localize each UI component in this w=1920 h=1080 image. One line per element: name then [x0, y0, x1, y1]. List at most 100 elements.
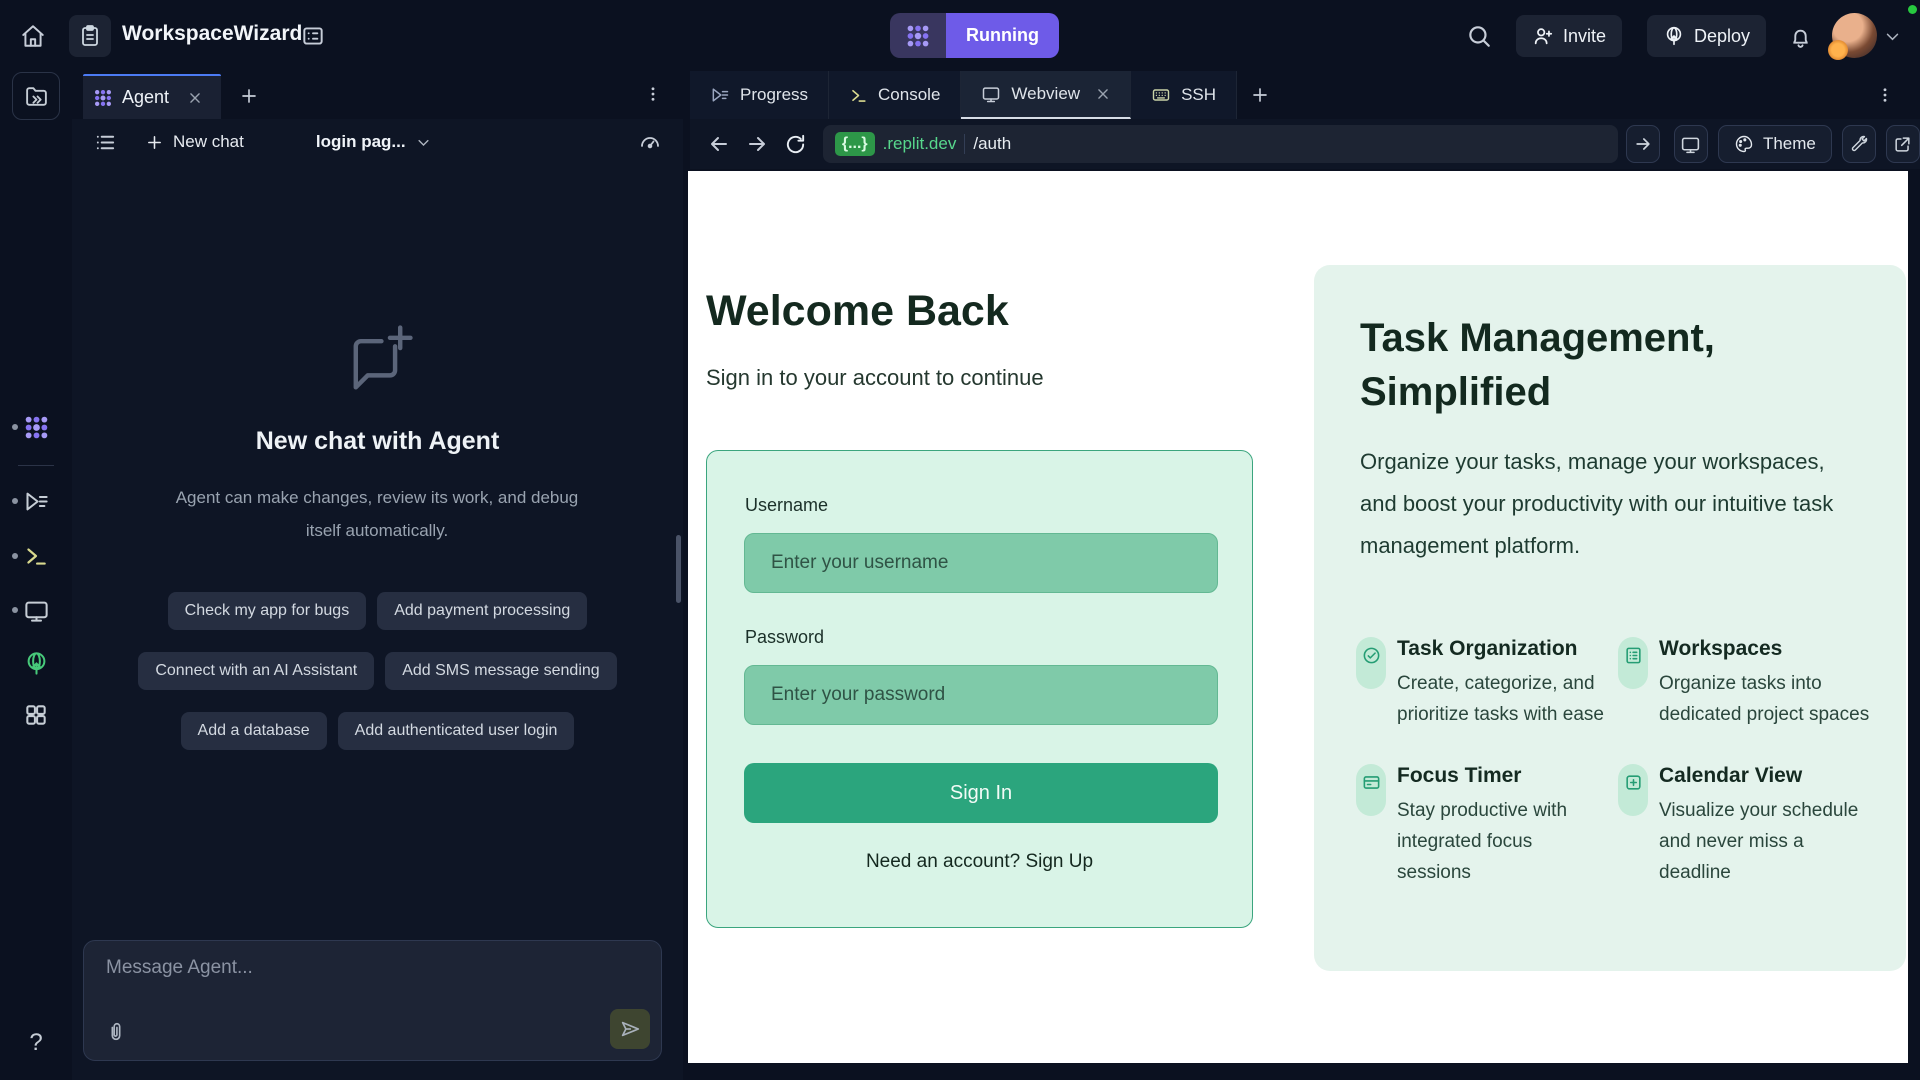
console-tab-icon — [849, 86, 868, 105]
attach-button[interactable] — [102, 1018, 130, 1046]
ssh-tab-icon — [1151, 85, 1171, 105]
rail-all-tools-button[interactable] — [22, 701, 50, 729]
kebab-menu-icon — [1876, 86, 1894, 104]
progress-tab-icon — [710, 85, 730, 105]
list-card-icon — [1618, 637, 1648, 689]
browser-back-button[interactable] — [704, 127, 734, 161]
app-icon-tile[interactable] — [69, 15, 111, 57]
workspace-layout-button[interactable] — [297, 21, 329, 51]
password-label: Password — [745, 627, 824, 648]
person-plus-icon — [1532, 25, 1554, 47]
feature-title: Workspaces — [1659, 637, 1873, 661]
chat-selector-label: login pag... — [316, 132, 406, 152]
suggestion-chip[interactable]: Check my app for bugs — [168, 592, 367, 630]
agent-tab-strip: Agent — [72, 71, 683, 119]
tab-console[interactable]: Console — [829, 71, 961, 119]
login-subtitle: Sign in to your account to continue — [706, 365, 1044, 391]
notifications-button[interactable] — [1784, 21, 1816, 53]
agent-panel: New chat login pag... New chat with Agen… — [72, 119, 683, 1080]
panel-scrollbar[interactable] — [676, 535, 681, 603]
message-input[interactable] — [106, 957, 546, 979]
activity-bar: ? — [0, 71, 72, 1080]
empty-state-description: Agent can make changes, review its work,… — [162, 481, 592, 547]
url-separator — [964, 134, 965, 154]
url-go-button[interactable] — [1626, 125, 1660, 163]
account-chevron-down-icon[interactable] — [1884, 28, 1901, 45]
monitor-icon — [23, 597, 50, 624]
arrow-right-icon — [745, 132, 769, 156]
username-field[interactable] — [744, 533, 1218, 593]
settings-wrench-button[interactable] — [1842, 125, 1876, 163]
arrow-left-icon — [707, 132, 731, 156]
chat-history-button[interactable] — [90, 127, 120, 157]
devtools-button[interactable] — [1674, 125, 1708, 163]
empty-state-icon-wrap — [72, 319, 683, 406]
kebab-menu-icon — [644, 85, 662, 103]
webview-content: Welcome Back Sign in to your account to … — [688, 171, 1908, 1063]
promo-title: Task Management, Simplified — [1360, 311, 1715, 419]
deploy-button[interactable]: Deploy — [1647, 15, 1766, 57]
sign-in-button[interactable]: Sign In — [744, 763, 1218, 823]
agent-tab-close-icon[interactable] — [188, 91, 202, 105]
external-link-icon — [1893, 135, 1912, 154]
webview-tab-close-icon[interactable] — [1096, 87, 1110, 101]
agent-tab-label: Agent — [122, 87, 169, 108]
invite-button[interactable]: Invite — [1516, 15, 1622, 57]
browser-refresh-button[interactable] — [781, 127, 811, 161]
rail-agent-button[interactable] — [22, 413, 50, 441]
send-button[interactable] — [610, 1009, 650, 1049]
home-button[interactable] — [14, 17, 52, 55]
home-icon — [20, 23, 46, 49]
agent-new-tab-button[interactable] — [236, 83, 262, 109]
run-status-badge[interactable]: Running — [890, 13, 1059, 58]
promo-description: Organize your tasks, manage your workspa… — [1360, 441, 1865, 567]
new-chat-label: New chat — [173, 132, 244, 152]
tab-webview[interactable]: Webview — [961, 71, 1131, 119]
pane-menu-button[interactable] — [1872, 82, 1898, 108]
avatar[interactable] — [1832, 13, 1877, 58]
usage-meter-button[interactable] — [635, 127, 665, 157]
send-icon — [619, 1018, 641, 1040]
arrow-right-icon — [1633, 134, 1653, 154]
tab-progress[interactable]: Progress — [690, 71, 829, 119]
paperclip-icon — [105, 1021, 127, 1043]
pane-new-tab-button[interactable] — [1237, 71, 1283, 119]
help-icon: ? — [29, 1029, 42, 1057]
plus-square-icon — [1618, 764, 1648, 816]
agent-pane-menu-button[interactable] — [640, 81, 666, 107]
browser-forward-button[interactable] — [742, 127, 772, 161]
new-chat-button[interactable]: New chat — [146, 132, 244, 152]
rail-webview-button[interactable] — [22, 596, 50, 624]
suggestion-chip[interactable]: Connect with an AI Assistant — [138, 652, 374, 690]
suggestion-chip[interactable]: Add SMS message sending — [385, 652, 616, 690]
console-tab-label: Console — [878, 85, 940, 105]
bell-icon — [1788, 25, 1813, 50]
feature-calendar-view: Calendar View Visualize your schedule an… — [1618, 764, 1876, 888]
chat-selector[interactable]: login pag... — [316, 132, 431, 152]
open-file-tree-button[interactable] — [12, 72, 60, 120]
rail-console-button[interactable] — [22, 542, 50, 570]
tab-ssh[interactable]: SSH — [1131, 71, 1237, 119]
sign-up-link[interactable]: Need an account? Sign Up — [707, 851, 1252, 873]
rail-divider — [18, 465, 54, 466]
feature-task-organization: Task Organization Create, categorize, an… — [1356, 637, 1618, 730]
url-input[interactable]: {...} .replit.dev /auth — [823, 125, 1618, 163]
suggestion-chip[interactable]: Add a database — [181, 712, 327, 750]
suggestion-row-2: Connect with an AI Assistant Add SMS mes… — [72, 652, 683, 690]
feature-focus-timer: Focus Timer Stay productive with integra… — [1356, 764, 1618, 888]
progress-open-dot — [12, 498, 18, 504]
password-field[interactable] — [744, 665, 1218, 725]
rail-progress-button[interactable] — [22, 487, 50, 515]
help-button[interactable]: ? — [22, 1029, 50, 1057]
search-button[interactable] — [1462, 20, 1496, 52]
progress-tab-label: Progress — [740, 85, 808, 105]
promo-title-line2: Simplified — [1360, 370, 1551, 414]
open-in-new-tab-button[interactable] — [1886, 125, 1920, 163]
theme-button[interactable]: Theme — [1718, 125, 1832, 163]
login-card: Username Password Sign In Need an accoun… — [706, 450, 1253, 928]
suggestion-chip[interactable]: Add authenticated user login — [338, 712, 575, 750]
suggestion-row-1: Check my app for bugs Add payment proces… — [72, 592, 683, 630]
tab-agent[interactable]: Agent — [83, 74, 221, 119]
suggestion-chip[interactable]: Add payment processing — [377, 592, 587, 630]
rail-deployments-button[interactable] — [22, 649, 50, 677]
